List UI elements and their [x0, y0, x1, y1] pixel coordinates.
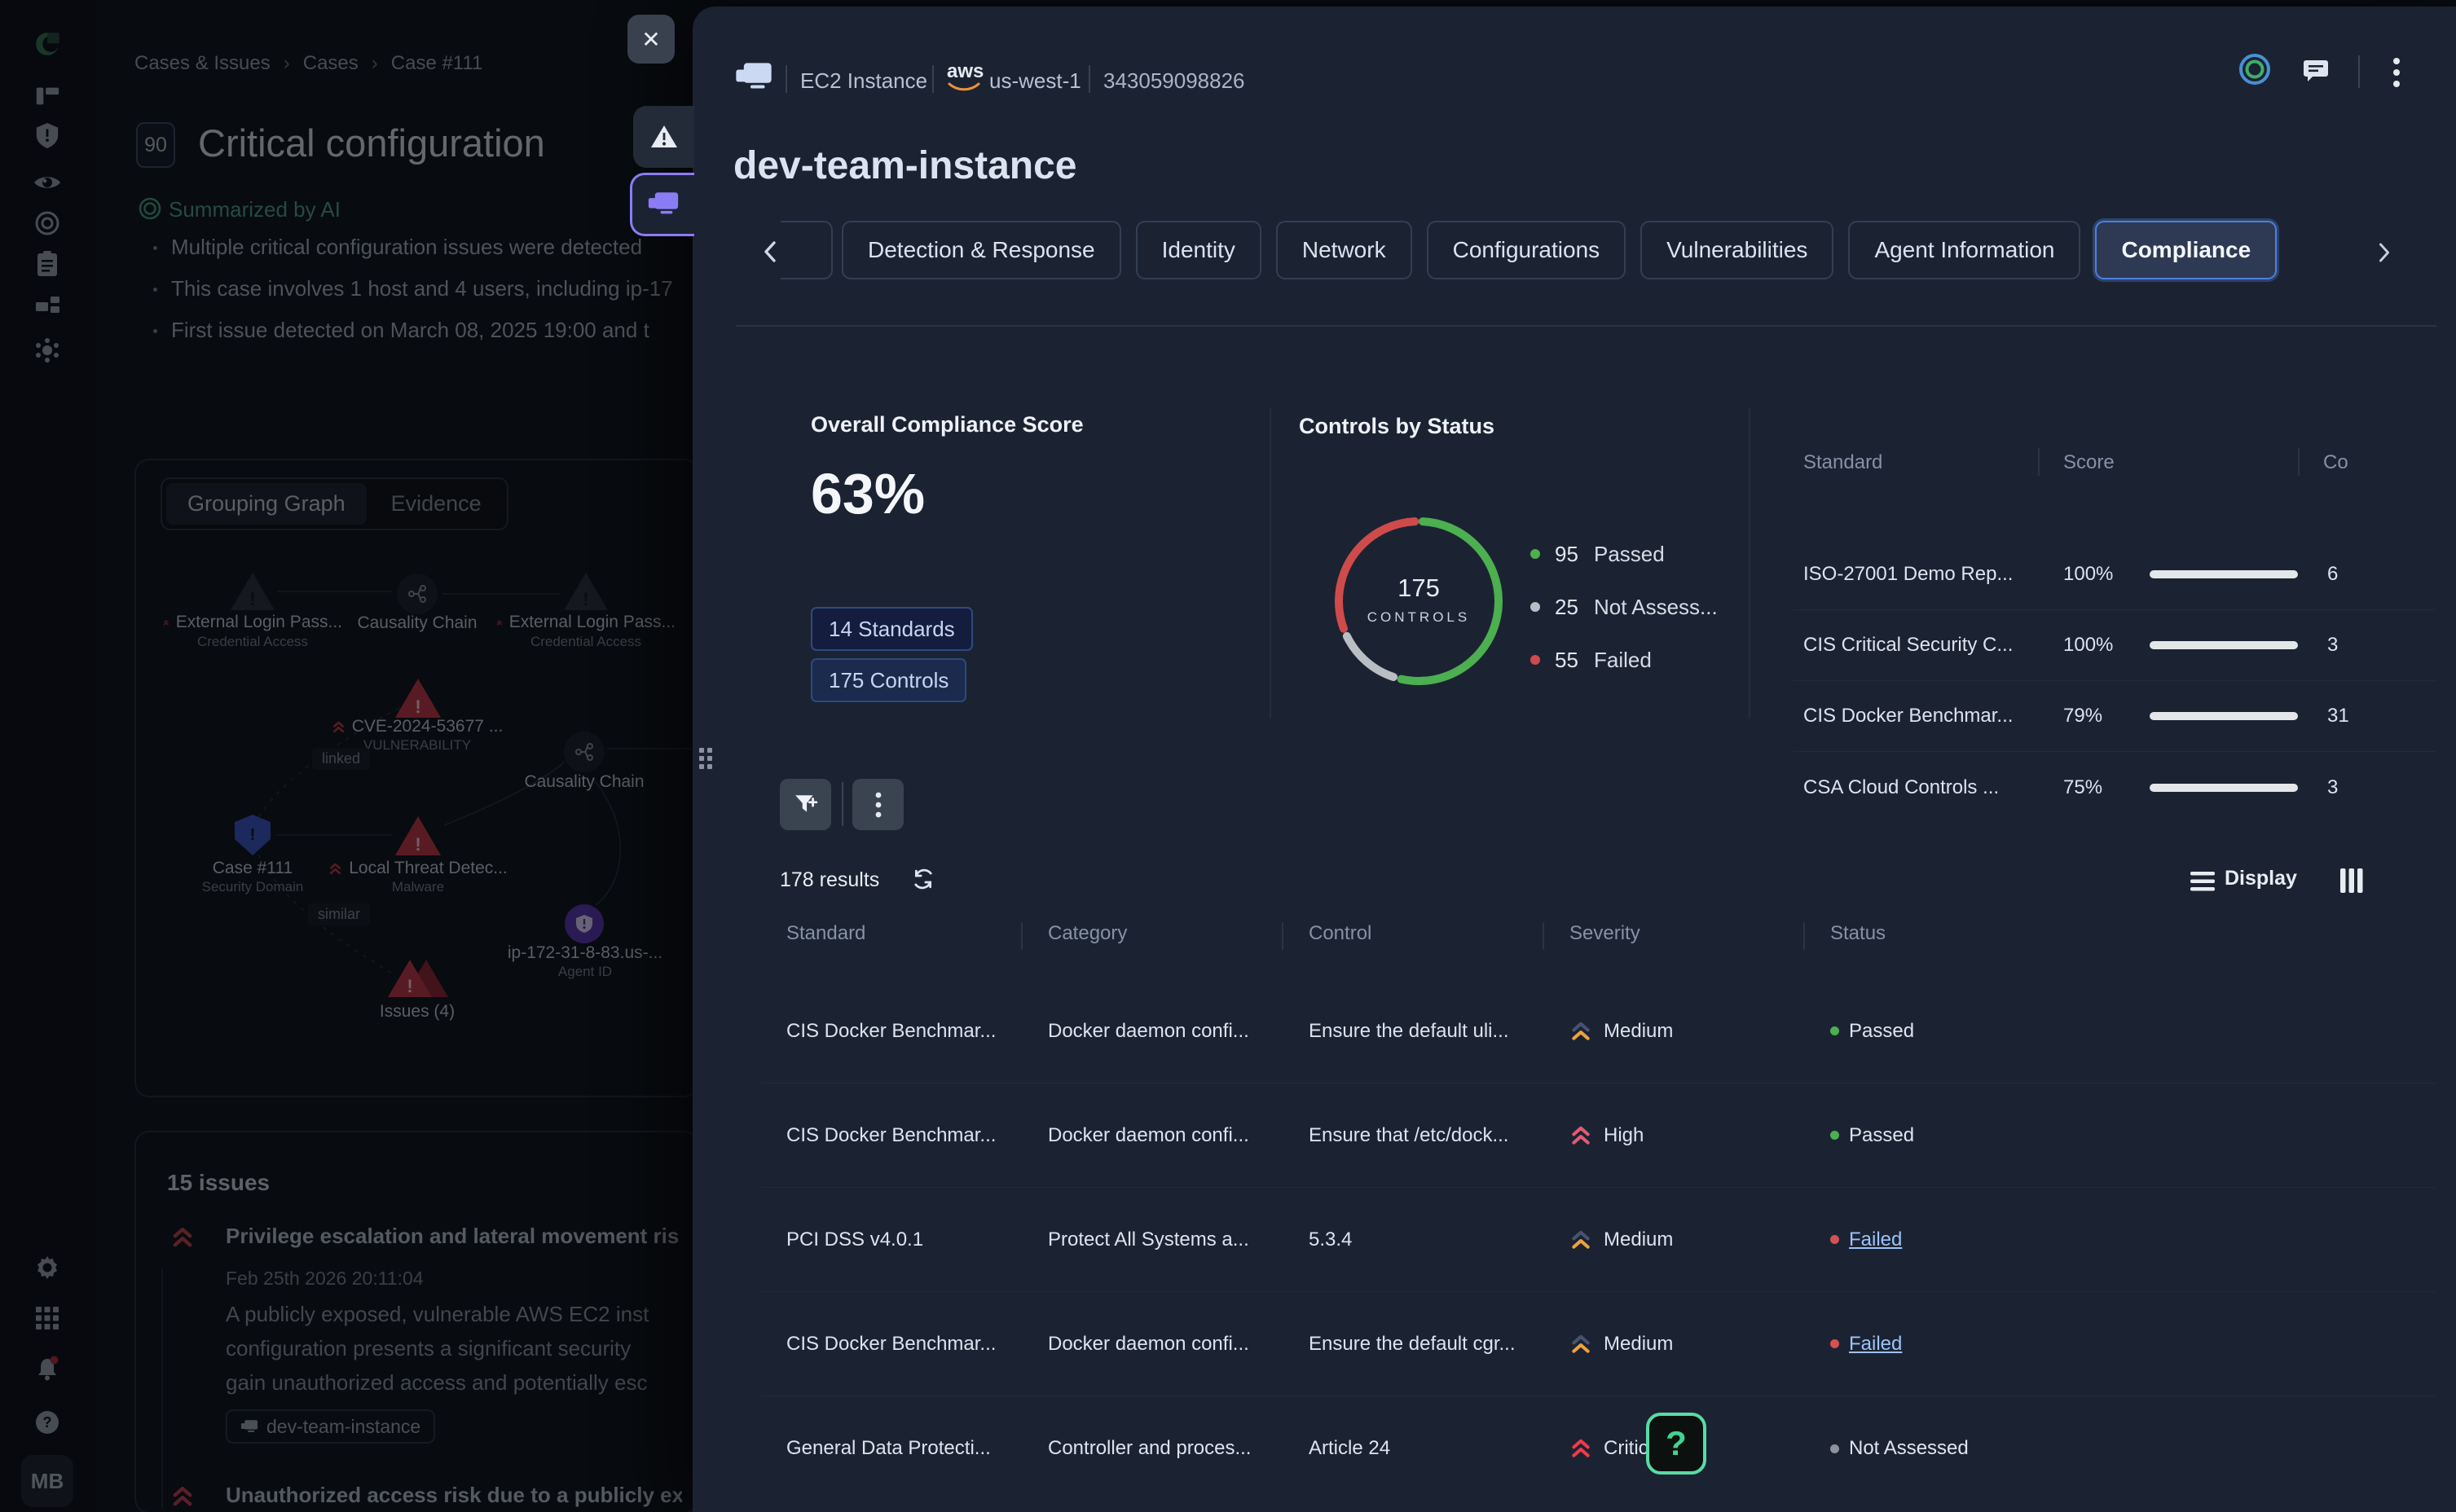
tab-agent-information[interactable]: Agent Information	[1848, 221, 2080, 279]
display-label[interactable]: Display	[2225, 867, 2297, 890]
donut-center-label: CONTROLS	[1353, 609, 1484, 626]
kebab-menu-icon[interactable]	[2392, 57, 2401, 92]
legend-item-not-assess-: 25Not Assess...	[1530, 595, 1718, 619]
table-row[interactable]: CIS Docker Benchmar... Docker daemon con…	[760, 1083, 2436, 1188]
table-row[interactable]: General Data Protecti... Controller and …	[760, 1396, 2436, 1501]
help-cursor: ?	[1646, 1413, 1706, 1475]
tab-configurations[interactable]: Configurations	[1427, 221, 1626, 279]
controls-table-header: Standard Category Control Severity Statu…	[760, 922, 2436, 961]
severity-medium-icon	[1569, 1020, 1592, 1043]
columns-icon[interactable]	[2340, 868, 2363, 897]
asset-title: dev-team-instance	[733, 143, 1076, 188]
tab-detection-response[interactable]: Detection & Response	[842, 221, 1121, 279]
asset-details-drawer: EC2 Instance aws us-west-1 343059098826 …	[693, 7, 2456, 1512]
severity-high-icon	[1569, 1124, 1592, 1147]
controls-table-body: CIS Docker Benchmar... Docker daemon con…	[760, 979, 2436, 1501]
refresh-icon[interactable]	[911, 867, 935, 895]
standards-table: Standard Score Co ISO-27001 Demo Rep... …	[1793, 437, 2436, 811]
table-row[interactable]: CIS Docker Benchmar... Docker daemon con…	[760, 979, 2436, 1083]
tab-identity[interactable]: Identity	[1136, 221, 1261, 279]
donut-center-value: 175	[1353, 574, 1484, 603]
side-tab-alerts[interactable]	[633, 106, 694, 168]
aws-logo: aws	[947, 62, 984, 96]
tab-partial[interactable]	[781, 221, 833, 279]
standards-row[interactable]: CIS Critical Security C... 100% 3	[1793, 610, 2436, 681]
donut-title: Controls by Status	[1299, 414, 1494, 439]
monitor-icon	[647, 191, 680, 218]
side-tab-asset[interactable]	[630, 173, 694, 236]
filter-plus-icon	[794, 793, 818, 817]
region: us-west-1	[989, 68, 1081, 94]
account-id: 343059098826	[1103, 68, 1245, 94]
asset-tabs: Detection & Response Identity Network Confi…	[842, 221, 2277, 279]
table-row[interactable]: PCI DSS v4.0.1 Protect All Systems a... …	[760, 1188, 2436, 1292]
chat-icon[interactable]	[2303, 59, 2329, 87]
tab-network[interactable]: Network	[1276, 221, 1412, 279]
standards-row[interactable]: CSA Cloud Controls ... 75% 3	[1793, 752, 2436, 811]
results-count: 178 results	[780, 868, 879, 892]
tab-vulnerabilities[interactable]: Vulnerabilities	[1640, 221, 1833, 279]
tabs-scroll-right-icon[interactable]	[2376, 241, 2392, 264]
asset-monitor-icon	[735, 60, 772, 94]
tabs-scroll-left-icon[interactable]	[761, 240, 779, 264]
tab-compliance[interactable]: Compliance	[2095, 221, 2277, 279]
legend-item-passed: 95Passed	[1530, 542, 1665, 566]
severity-medium-icon	[1569, 1228, 1592, 1251]
close-drawer-button[interactable]: ✕	[627, 15, 675, 64]
severity-medium-icon	[1569, 1333, 1592, 1356]
compliance-score-value: 63%	[811, 461, 925, 526]
severity-critical-icon	[1569, 1437, 1592, 1460]
compliance-score-title: Overall Compliance Score	[811, 412, 1084, 437]
warning-triangle-icon	[649, 124, 679, 150]
scanner-rings-icon[interactable]	[2238, 52, 2272, 86]
drawer-resize-handle[interactable]	[699, 748, 712, 769]
asset-type: EC2 Instance	[800, 68, 927, 94]
display-list-icon[interactable]	[2190, 872, 2215, 895]
legend-item-failed: 55Failed	[1530, 648, 1652, 672]
status-link[interactable]: Failed	[1849, 1228, 1902, 1251]
standards-badge[interactable]: 14 Standards	[811, 607, 973, 651]
status-link[interactable]: Failed	[1849, 1333, 1902, 1356]
table-row[interactable]: CIS Docker Benchmar... Docker daemon con…	[760, 1292, 2436, 1396]
filter-button[interactable]	[780, 779, 831, 830]
standards-row[interactable]: ISO-27001 Demo Rep... 100% 6	[1793, 539, 2436, 610]
standards-row[interactable]: CIS Docker Benchmar... 79% 31	[1793, 681, 2436, 752]
controls-badge[interactable]: 175 Controls	[811, 658, 966, 702]
table-options-kebab-button[interactable]	[852, 779, 904, 830]
